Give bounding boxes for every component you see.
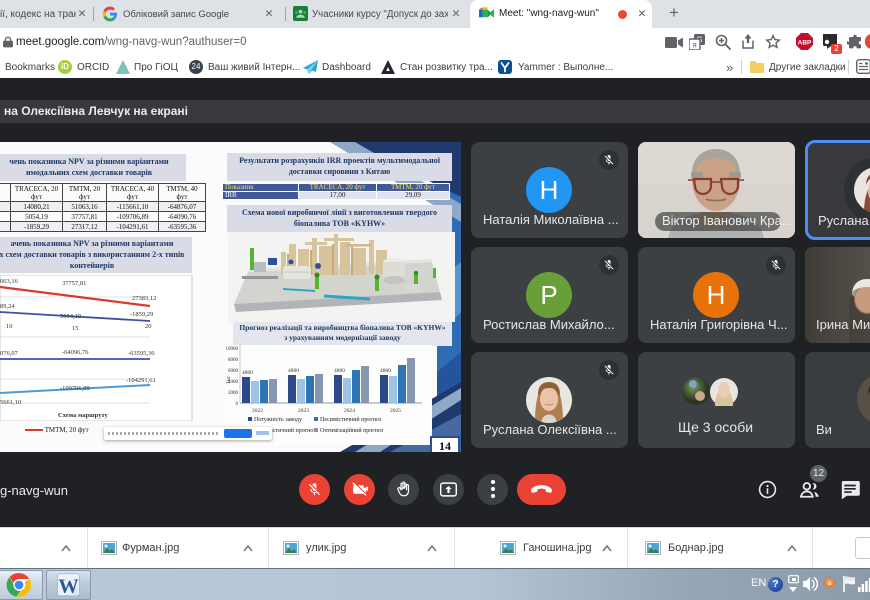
svg-text:-64096,76: -64096,76 [62,349,89,356]
svg-text:Песимістичний прогноз: Песимістичний прогноз [320,416,382,423]
svg-text:10: 10 [6,323,13,330]
svg-text:27383,12: 27383,12 [132,295,156,302]
svg-text:8000: 8000 [228,358,239,363]
svg-text:2000: 2000 [228,391,239,396]
svg-text:4800: 4800 [380,368,391,374]
svg-text:063,16: 063,16 [0,278,19,285]
svg-text:10000: 10000 [226,347,239,352]
svg-text:4800: 4800 [288,368,299,374]
svg-text:-1859,29: -1859,29 [130,311,153,318]
svg-text:4800: 4800 [334,368,345,374]
svg-text:Оптимізаційний прогноз: Оптимізаційний прогноз [320,427,384,434]
svg-text:5054,19: 5054,19 [60,313,81,320]
svg-text:2025: 2025 [390,408,401,414]
svg-text:W: W [58,576,78,598]
svg-text:076,07: 076,07 [0,350,19,357]
svg-text:Тис: Тис [226,375,232,384]
svg-text:5661,10: 5661,10 [0,399,21,406]
svg-text:ABP: ABP [798,40,812,47]
svg-text:-109706,89: -109706,89 [60,385,90,392]
svg-text:-104291,61: -104291,61 [126,377,156,384]
svg-text:-63595,36: -63595,36 [128,350,155,357]
svg-text:37757,81: 37757,81 [62,280,86,287]
svg-text:89,24: 89,24 [0,303,15,310]
svg-text:4800: 4800 [242,370,253,376]
svg-text:6000: 6000 [228,369,239,374]
svg-text:Потужність заводу: Потужність заводу [254,417,302,423]
svg-text:2024: 2024 [344,408,355,414]
svg-text:Схема маршруту: Схема маршруту [58,412,109,419]
svg-text:я: я [692,40,696,49]
svg-text:2023: 2023 [298,408,309,414]
svg-text:15: 15 [72,325,79,332]
svg-text:20: 20 [145,323,152,330]
svg-text:2022: 2022 [252,408,263,414]
